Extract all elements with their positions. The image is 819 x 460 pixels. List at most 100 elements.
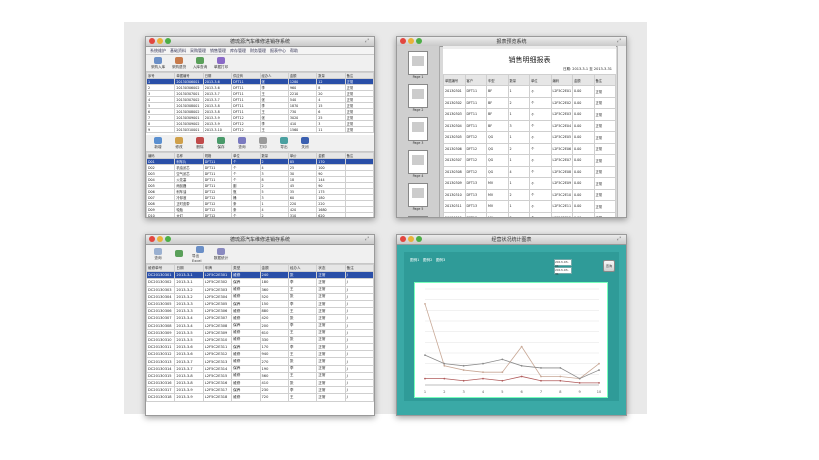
report-preview-window[interactable]: 报表预览系统 ⤢ Page 1Page 2Page 3Page 4Page 5P… [396, 36, 627, 218]
data-point[interactable] [520, 375, 523, 378]
table-row[interactable]: 20130307 DFT12 QG 1 个 L2F5C2E07 0.00 正常 [443, 154, 616, 167]
column-header[interactable]: 金额 [259, 263, 289, 273]
table-row[interactable]: DC20130309 2013-3-5 L2F5C2E309 维修 610 王正常 J [146, 328, 374, 337]
data-point[interactable] [559, 367, 562, 369]
table-row[interactable]: 20130302 DFT11 BF 2 个 L2F5C2E02 0.00 正常 [443, 96, 616, 109]
table-row[interactable]: DC20130305 2013-3-3 L2F5C2E305 保养 150 李正常 J [146, 299, 374, 309]
column-header[interactable]: 单据编号 [443, 74, 466, 86]
page-thumbnail[interactable] [408, 51, 428, 75]
date-to-input[interactable]: 2013-03-31 [554, 267, 572, 276]
data-point[interactable] [443, 377, 446, 380]
vertical-scrollbar[interactable] [617, 46, 626, 217]
toolbar-button[interactable]: 删除 [192, 136, 208, 150]
toolbar-button[interactable]: 查询 [150, 247, 166, 261]
menu-item[interactable]: 采购管理 [190, 48, 206, 54]
data-point[interactable] [520, 345, 523, 348]
column-header[interactable]: 维修单号 [146, 263, 176, 273]
toolbar-button[interactable]: 单据打印 [213, 56, 229, 70]
page-thumbnails[interactable]: Page 1Page 2Page 3Page 4Page 5Page 6 [397, 46, 440, 217]
table-row[interactable]: 20130312DFT13MV3个L2F5C2E120.00正常 [443, 211, 616, 217]
data-point[interactable] [578, 377, 581, 380]
column-header[interactable]: 数量 [507, 74, 530, 86]
date-from-input[interactable]: 2013-03-01 [554, 259, 572, 268]
data-point[interactable] [482, 377, 484, 380]
menu-item[interactable]: 财务管理 [250, 48, 266, 54]
table-row[interactable]: DC20130303 2013-3-2 L2F5C2E303 维修 360 王正常 J [146, 285, 374, 294]
column-header[interactable]: 车型 [486, 74, 509, 86]
table-row[interactable]: DC20130317 2013-3-9 L2F5C2E317 保养 230 李正常 J [146, 386, 374, 395]
repair-list-window[interactable]: 德琉源汽车维修进销存系统 ⤢ 查询 导出Excel 数据统计 维修单号 日期 车牌 类型… [145, 234, 375, 416]
table-row[interactable]: D10 大灯 DFT12 个 2 310 620 [146, 212, 374, 217]
toolbar-button[interactable]: 导出 [276, 136, 292, 150]
table-row[interactable]: DC20130301 2013-3-1 L2F5C2E301 维修 240 张正常 J [146, 271, 374, 280]
toolbar-button[interactable]: 导出Excel [192, 245, 208, 263]
data-point[interactable] [424, 377, 426, 380]
column-header[interactable]: 客户 [464, 74, 487, 86]
titlebar[interactable]: 德琉源汽车维修进销存系统 ⤢ [146, 235, 374, 245]
table-row[interactable]: DC20130314 2013-3-7 L2F5C2E314 保养 190 李正常 J [146, 364, 374, 373]
table-row[interactable]: DC20130315 2013-3-8 L2F5C2E315 维修 560 王正常 J [146, 371, 374, 381]
resize-icon[interactable]: ⤢ [365, 38, 371, 44]
column-header[interactable]: 单位 [529, 74, 552, 86]
data-point[interactable] [598, 362, 600, 365]
column-header[interactable]: 备注 [593, 74, 616, 86]
table-row[interactable]: DC20130316 2013-3-8 L2F5C2E316 维修 410 张正常 J [146, 378, 374, 388]
toolbar-button[interactable]: 修改 [171, 136, 187, 150]
data-point[interactable] [520, 364, 523, 367]
data-point[interactable] [540, 379, 542, 382]
data-point[interactable] [462, 364, 465, 367]
column-header[interactable]: 经办人 [287, 263, 318, 273]
menu-item[interactable]: 库存管理 [230, 48, 246, 54]
column-header[interactable]: 金额 [572, 74, 595, 86]
page-thumbnail[interactable] [408, 216, 428, 217]
toolbar-button[interactable]: 打印 [255, 136, 271, 150]
menu-item[interactable]: 帮助 [290, 48, 298, 54]
data-point[interactable] [501, 358, 504, 361]
table-row[interactable]: 20130305 DFT12 QG 1 个 L2F5C2E05 0.00 正常 [443, 131, 616, 144]
table-row[interactable]: DC20130318 2013-3-9 L2F5C2E318 维修 720 王正常 J [146, 393, 374, 402]
titlebar[interactable]: 经营状况统计图表 ⤢ [397, 235, 626, 245]
table-row[interactable]: DC20130310 2013-3-5 L2F5C2E310 维修 330 张正常 J [146, 335, 374, 345]
query-button[interactable]: 查询 [603, 260, 615, 272]
table-row[interactable]: DC20130304 2013-3-2 L2F5C2E304 维修 520 张正常 J [146, 292, 374, 301]
table-row[interactable]: DC20130307 2013-3-4 L2F5C2E307 维修 420 张正常 J [146, 314, 374, 323]
toolbar-button[interactable]: 入库查询 [192, 56, 208, 70]
column-header[interactable]: 备注 [344, 263, 374, 273]
menu-item[interactable]: 系统维护 [150, 48, 166, 54]
purchase-window[interactable]: 德琉源汽车维修进销存系统 ⤢ 系统维护 基础资料 采购管理 销售管理 库存管理 财务管理报… [145, 36, 375, 218]
data-point[interactable] [501, 371, 504, 374]
toolbar-button[interactable] [171, 250, 187, 258]
column-header[interactable]: 状态 [316, 263, 346, 273]
data-point[interactable] [424, 354, 426, 357]
toolbar-button[interactable]: 查询 [234, 136, 250, 150]
toolbar-button[interactable]: 保存 [213, 136, 229, 150]
toolbar-button[interactable]: 新增 [150, 136, 166, 150]
resize-icon[interactable]: ⤢ [617, 236, 623, 242]
resize-icon[interactable]: ⤢ [365, 236, 371, 242]
page-thumbnail[interactable] [408, 150, 428, 174]
data-point[interactable] [482, 362, 484, 365]
data-point[interactable] [540, 375, 542, 378]
table-row[interactable]: DC20130312 2013-3-6 L2F5C2E312 维修 940 王正常 J [146, 350, 374, 359]
table-row[interactable]: DC20130311 2013-3-6 L2F5C2E311 保养 170 李正常 J [146, 343, 374, 352]
data-point[interactable] [559, 375, 562, 378]
table-row[interactable]: DC20130313 2013-3-7 L2F5C2E313 维修 270 张正常 J [146, 357, 374, 366]
data-point[interactable] [598, 381, 600, 384]
data-point[interactable] [482, 371, 484, 374]
column-header[interactable]: 日期 [174, 263, 204, 273]
column-header[interactable]: 编码 [550, 74, 573, 86]
table-row[interactable]: 20130306 DFT12 QG 2 个 L2F5C2E06 0.00 正常 [443, 142, 616, 155]
table-row[interactable]: 9 20130310001 2013-3-10 DFT12 王 1560 11 正常 [146, 126, 374, 133]
column-header[interactable]: 类型 [231, 263, 261, 273]
table-row[interactable]: 20130311 DFT13 MV 1 个 L2F5C2E11 0.00 正常 [443, 200, 616, 213]
titlebar[interactable]: 德琉源汽车维修进销存系统 ⤢ [146, 37, 374, 47]
page-thumbnail[interactable] [408, 183, 428, 207]
data-point[interactable] [540, 367, 542, 369]
table-row[interactable]: 20130303 DFT11 BF 1 个 L2F5C2E03 0.00 正常 [443, 108, 616, 121]
data-point[interactable] [443, 364, 446, 367]
table-row[interactable]: DC20130308 2013-3-4 L2F5C2E308 保养 200 李正常 J [146, 321, 374, 330]
data-point[interactable] [559, 379, 562, 382]
table-row[interactable]: DC20130302 2013-3-1 L2F5C2E302 保养 180 李正常 J [146, 278, 374, 287]
table-row[interactable]: 20130301 DFT11 BF 1 个 L2F5C2E01 0.00 正常 [443, 85, 616, 98]
statistics-chart-window[interactable]: 经营状况统计图表 ⤢ 图例1 图例2 图例3 2013-03-01 2013-0… [396, 234, 627, 416]
